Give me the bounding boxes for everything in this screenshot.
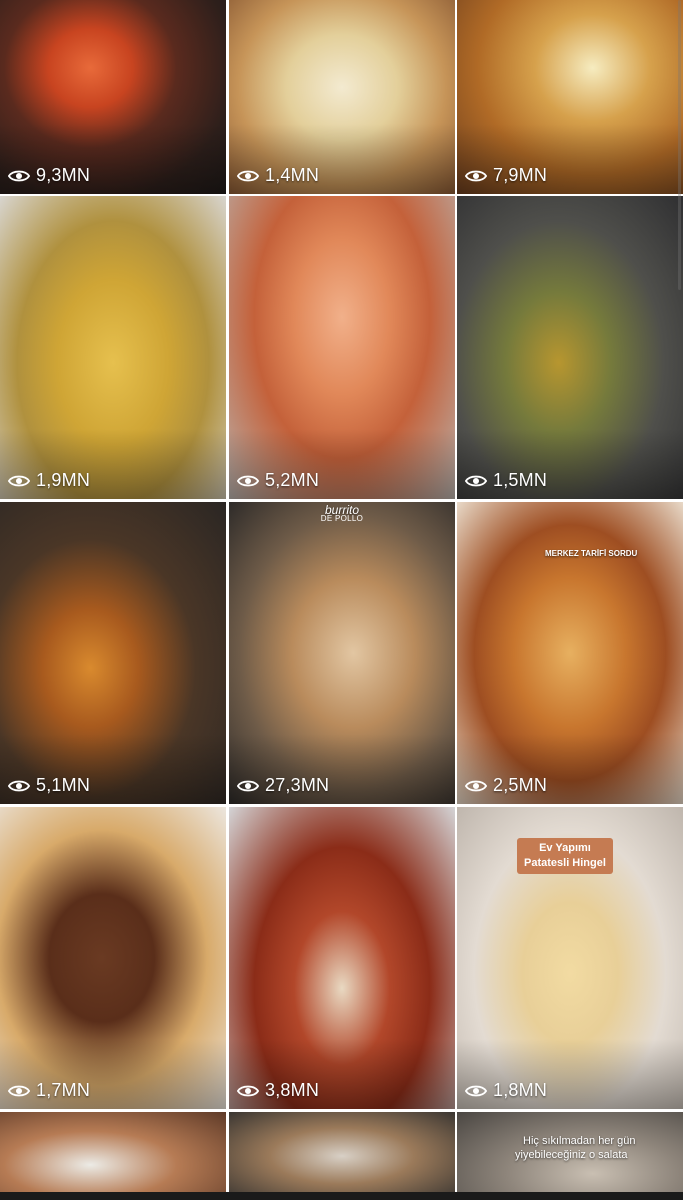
eye-icon: [237, 168, 259, 184]
view-count: 1,4MN: [237, 165, 319, 186]
video-tile[interactable]: 1,4MN: [229, 0, 455, 194]
view-count-text: 2,5MN: [493, 775, 548, 795]
video-tile[interactable]: 5,1MN: [0, 502, 226, 804]
eye-icon: [237, 1083, 259, 1099]
video-tile[interactable]: 1,8MN Ev Yapımı Patatesli Hingel: [457, 807, 683, 1109]
bottom-bar: [0, 1192, 683, 1200]
view-count: 3,8MN: [237, 1080, 319, 1101]
view-count: 5,2MN: [237, 470, 319, 491]
video-thumbnail: [0, 1112, 226, 1200]
eye-icon: [8, 778, 30, 794]
scrollbar[interactable]: [678, 0, 681, 290]
eye-icon: [8, 168, 30, 184]
view-count-text: 7,9MN: [493, 165, 548, 185]
video-tile[interactable]: 2,5MN MERKEZ TARİFİ SORDU: [457, 502, 683, 804]
overlay-brand-sub: DE POLLO: [320, 514, 364, 523]
overlay-label-line: Patatesli Hingel: [524, 857, 606, 869]
eye-icon: [8, 473, 30, 489]
view-count-text: 27,3MN: [265, 775, 330, 795]
video-tile[interactable]: Hiç sıkılmadan her gün yiyebileceğiniz o …: [457, 1112, 683, 1200]
video-tile[interactable]: 1,9MN: [0, 196, 226, 499]
video-tile[interactable]: 27,3MN burrito DE POLLO: [229, 502, 455, 804]
video-tile[interactable]: 1,7MN: [0, 807, 226, 1109]
eye-icon: [465, 1083, 487, 1099]
view-count-text: 3,8MN: [265, 1080, 320, 1100]
view-count-text: 5,2MN: [265, 470, 320, 490]
overlay-caption: yiyebileceğiniz o salata: [515, 1149, 628, 1161]
view-count-text: 1,4MN: [265, 165, 320, 185]
eye-icon: [237, 778, 259, 794]
view-count-text: 5,1MN: [36, 775, 91, 795]
view-count-text: 9,3MN: [36, 165, 91, 185]
video-tile[interactable]: [0, 1112, 226, 1200]
view-count: 1,7MN: [8, 1080, 90, 1101]
view-count-text: 1,5MN: [493, 470, 548, 490]
view-count-text: 1,8MN: [493, 1080, 548, 1100]
video-tile[interactable]: [229, 1112, 455, 1200]
video-grid: 9,3MN 1,4MN 7,9MN 1,9MN 5,2MN 1,5MN 5,1MN 27,3M…: [0, 0, 683, 1200]
eye-icon: [8, 1083, 30, 1099]
view-count: 5,1MN: [8, 775, 90, 796]
eye-icon: [465, 168, 487, 184]
view-count-text: 1,7MN: [36, 1080, 91, 1100]
video-tile[interactable]: 3,8MN: [229, 807, 455, 1109]
overlay-caption: MERKEZ TARİFİ SORDU: [545, 549, 638, 558]
view-count: 7,9MN: [465, 165, 547, 186]
view-count: 27,3MN: [237, 775, 329, 796]
eye-icon: [237, 473, 259, 489]
video-tile[interactable]: 9,3MN: [0, 0, 226, 194]
eye-icon: [465, 778, 487, 794]
overlay-label: Ev Yapımı Patatesli Hingel: [517, 838, 613, 874]
view-count: 2,5MN: [465, 775, 547, 796]
video-thumbnail: [229, 1112, 455, 1200]
view-count: 1,5MN: [465, 470, 547, 491]
view-count: 9,3MN: [8, 165, 90, 186]
eye-icon: [465, 473, 487, 489]
video-tile[interactable]: 7,9MN: [457, 0, 683, 194]
video-tile[interactable]: 1,5MN: [457, 196, 683, 499]
video-tile[interactable]: 5,2MN: [229, 196, 455, 499]
view-count: 1,8MN: [465, 1080, 547, 1101]
view-count-text: 1,9MN: [36, 470, 91, 490]
view-count: 1,9MN: [8, 470, 90, 491]
overlay-label-line: Ev Yapımı: [539, 842, 591, 854]
